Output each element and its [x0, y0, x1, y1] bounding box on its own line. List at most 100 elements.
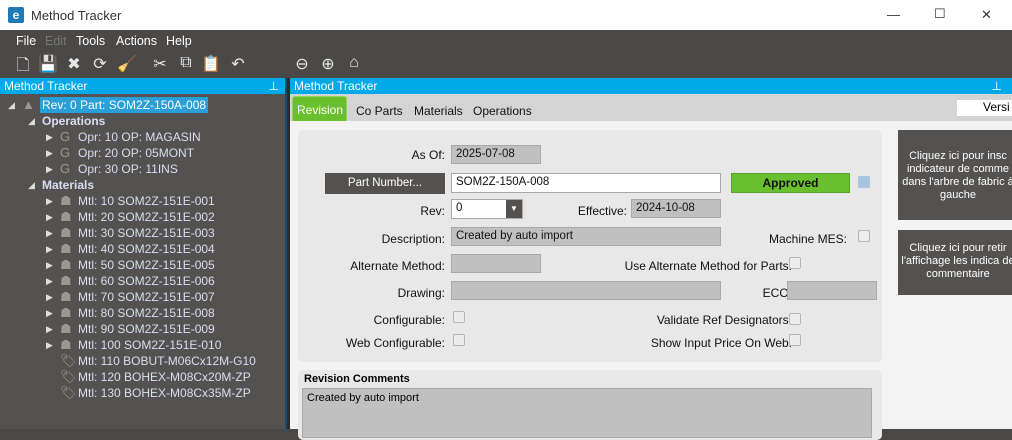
menu-tools[interactable]: Tools — [76, 34, 105, 48]
effective-field[interactable]: 2024-10-08 — [631, 199, 721, 218]
tree-panel-header: Method Tracker ⊥ — [0, 78, 285, 94]
alternate-method-field[interactable] — [451, 254, 541, 273]
web-configurable-label: Web Configurable: — [345, 336, 445, 350]
part-number-button[interactable]: Part Number... — [325, 173, 445, 194]
operation-icon: G — [60, 145, 71, 160]
menu-help[interactable]: Help — [166, 34, 192, 48]
menu-actions[interactable]: Actions — [116, 34, 157, 48]
revision-comments-box: Revision Comments Created by auto import — [298, 370, 882, 440]
window-title: Method Tracker — [31, 8, 122, 23]
operation-icon: G — [60, 161, 71, 176]
cut-icon[interactable]: ✂ — [150, 54, 170, 74]
maximize-button[interactable]: ☐ — [934, 6, 946, 22]
menu-edit[interactable]: Edit — [45, 34, 67, 48]
expand-icon[interactable]: ▶ — [46, 193, 53, 209]
home-icon[interactable]: ⌂ — [344, 54, 364, 72]
close-button[interactable]: ✕ — [981, 7, 992, 23]
tab-co-parts[interactable]: Co Parts — [356, 104, 403, 118]
expand-icon[interactable]: ▶ — [46, 161, 53, 177]
revision-comments-title: Revision Comments — [304, 373, 410, 385]
as-of-field[interactable]: 2025-07-08 — [451, 145, 541, 164]
expand-icon[interactable]: ▶ — [46, 289, 53, 305]
assembly-icon: ☗ — [60, 193, 72, 208]
assembly-icon: ☗ — [60, 305, 72, 320]
tree-panel: Method Tracker ⊥ ◢ ▲ Rev: 0 Part: SOM2Z-15… — [0, 78, 285, 429]
drawing-field[interactable] — [451, 281, 721, 300]
effective-label: Effective: — [577, 204, 627, 218]
part-tag-icon: 🏷 — [60, 353, 77, 368]
collapse-icon[interactable]: ◢ — [8, 97, 15, 113]
expand-icon[interactable]: ▶ — [46, 145, 53, 161]
delete-icon[interactable]: ✖ — [64, 54, 84, 74]
remove-comment-indicator-button[interactable]: Cliquez ici pour retir l'affichage les i… — [898, 230, 1012, 295]
minimize-button[interactable]: — — [887, 7, 900, 22]
revision-form: As Of: 2025-07-08 Part Number... SOM2Z-1… — [298, 130, 882, 362]
tab-materials[interactable]: Materials — [414, 104, 463, 118]
version-field[interactable]: Versi — [957, 100, 1012, 116]
expand-icon[interactable]: ▶ — [46, 241, 53, 257]
tree-item-label: Mtl: 100 SOM2Z-151E-010 — [78, 338, 222, 352]
menu-file[interactable]: File — [16, 34, 36, 48]
pin-icon[interactable]: ⊥ — [269, 78, 279, 94]
expand-icon[interactable]: ▶ — [46, 305, 53, 321]
tab-operations[interactable]: Operations — [473, 104, 532, 118]
tree-item-label: Operations — [42, 114, 106, 128]
rev-dropdown[interactable]: 0 ▼ — [451, 199, 523, 219]
description-field[interactable]: Created by auto import — [451, 227, 721, 246]
expand-icon[interactable]: ▶ — [46, 225, 53, 241]
collapse-icon[interactable]: ◢ — [28, 113, 35, 129]
expand-icon[interactable]: ▶ — [46, 209, 53, 225]
status-badge: Approved — [731, 173, 850, 193]
tree-item-label: Mtl: 60 SOM2Z-151E-006 — [78, 274, 215, 288]
tree-item-label: Mtl: 40 SOM2Z-151E-004 — [78, 242, 215, 256]
paste-icon[interactable]: 📋 — [201, 54, 221, 74]
clear-icon[interactable]: 🧹 — [117, 54, 137, 74]
web-configurable-checkbox[interactable] — [453, 334, 465, 346]
operation-icon: G — [60, 129, 71, 144]
chevron-down-icon[interactable]: ▼ — [506, 200, 522, 218]
collapse-icon[interactable]: ◢ — [28, 177, 35, 193]
menu-bar: File Edit Tools Actions Help — [0, 30, 1012, 51]
tree-panel-title: Method Tracker — [4, 79, 88, 93]
forward-icon[interactable]: ⊕ — [318, 54, 338, 74]
use-alternate-checkbox[interactable] — [789, 257, 801, 269]
part-number-field[interactable]: SOM2Z-150A-008 — [451, 173, 721, 193]
use-alternate-label: Use Alternate Method for Parts: — [624, 259, 792, 273]
machine-mes-label: Machine MES: — [768, 232, 847, 246]
expand-icon[interactable]: ▶ — [46, 321, 53, 337]
tree-item-label: Mtl: 110 BOBUT-M06Cx12M-G10 — [78, 354, 256, 368]
assembly-icon: ☗ — [60, 209, 72, 224]
revision-icon: ▲ — [22, 97, 35, 112]
validate-ref-checkbox[interactable] — [789, 313, 801, 325]
assembly-icon: ☗ — [60, 241, 72, 256]
revision-comments-field[interactable]: Created by auto import — [302, 388, 872, 438]
alternate-method-label: Alternate Method: — [350, 259, 445, 273]
show-price-checkbox[interactable] — [789, 334, 801, 346]
pin-icon[interactable]: ⊥ — [992, 78, 1002, 94]
back-icon[interactable]: ⊖ — [292, 54, 312, 74]
refresh-icon[interactable]: ⟳ — [90, 54, 110, 74]
configurable-label: Configurable: — [373, 313, 445, 327]
new-icon[interactable]: 🗋 — [13, 54, 33, 81]
tree-item-label: Opr: 20 OP: 05MONT — [78, 146, 195, 160]
approved-checkbox[interactable] — [858, 176, 870, 188]
tab-bar: Revision Co Parts Materials Operations V… — [290, 94, 1012, 121]
configurable-checkbox[interactable] — [453, 311, 465, 323]
tab-revision[interactable]: Revision — [292, 96, 347, 121]
toolbar: 🗋 💾 ✖ ⟳ 🧹 ✂ ⧉ 📋 ↶ ⊖ ⊕ ⌂ — [0, 51, 1012, 77]
machine-mes-checkbox[interactable] — [858, 230, 870, 242]
copy-icon[interactable]: ⧉ — [176, 54, 196, 72]
expand-icon[interactable]: ▶ — [46, 257, 53, 273]
undo-icon[interactable]: ↶ — [228, 54, 248, 74]
expand-icon[interactable]: ▶ — [46, 337, 53, 353]
tree-item-label: Mtl: 80 SOM2Z-151E-008 — [78, 306, 215, 320]
eco-field[interactable] — [787, 281, 877, 300]
tree-item-label: Mtl: 30 SOM2Z-151E-003 — [78, 226, 215, 240]
save-icon[interactable]: 💾 — [38, 54, 58, 74]
tree-item-label: Mtl: 20 SOM2Z-151E-002 — [78, 210, 215, 224]
expand-icon[interactable]: ▶ — [46, 129, 53, 145]
tree-item-label: Materials — [42, 178, 95, 192]
expand-icon[interactable]: ▶ — [46, 273, 53, 289]
insert-comment-indicator-button[interactable]: Cliquez ici pour insc indicateur de comm… — [898, 130, 1012, 220]
title-bar: e Method Tracker — ☐ ✕ — [0, 0, 1012, 30]
